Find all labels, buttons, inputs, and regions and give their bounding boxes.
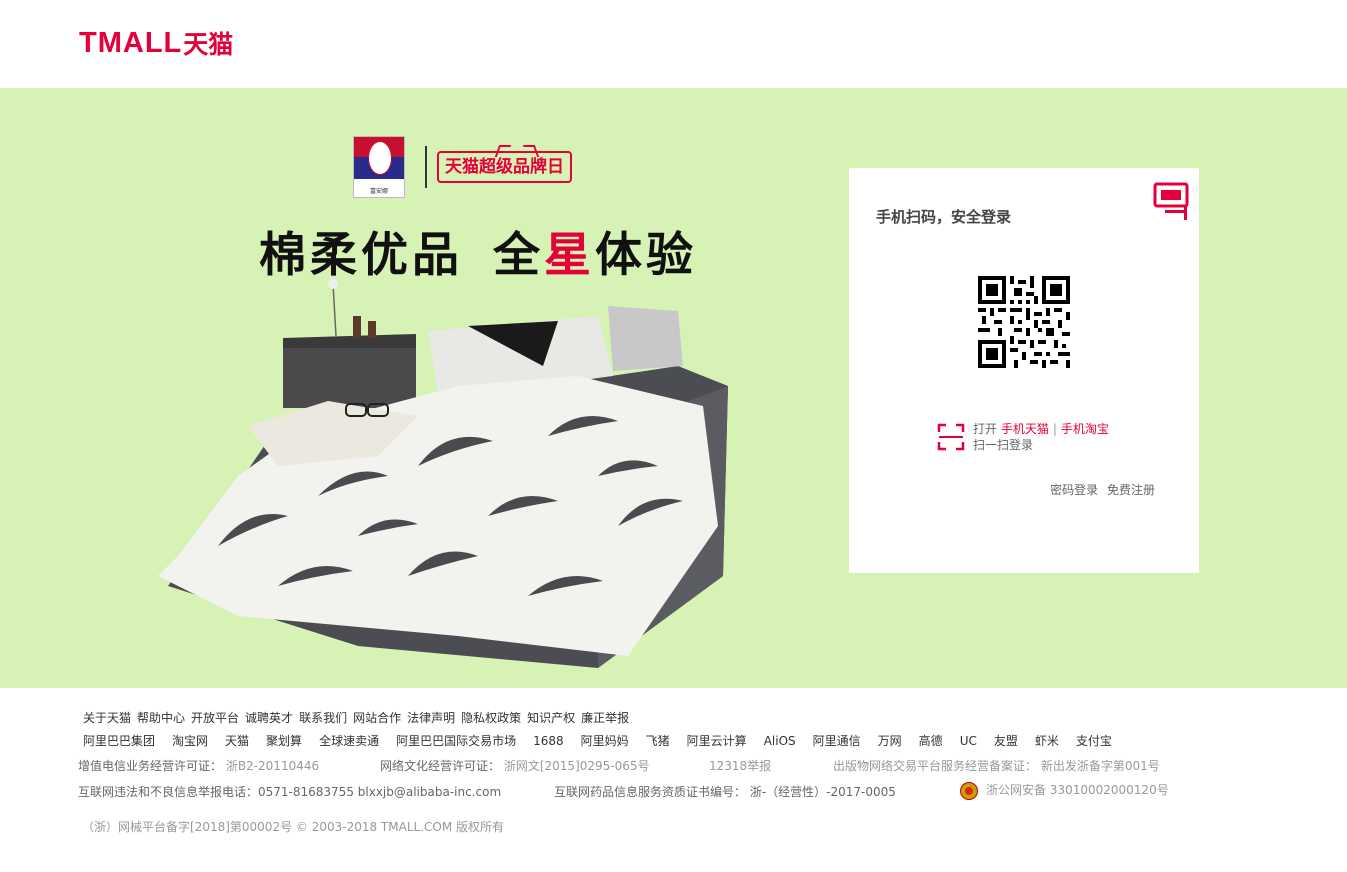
group-link[interactable]: 友盟 xyxy=(994,734,1018,748)
group-link[interactable]: 阿里云计算 xyxy=(687,734,747,748)
bedding-product-image xyxy=(158,279,728,668)
footer-link[interactable]: 关于天猫 xyxy=(83,711,131,725)
footer-group-links: 阿里巴巴集团 淘宝网 天猫 聚划算 全球速卖通 阿里巴巴国际交易市场 1688 阿里妈妈 飞猪 阿… xyxy=(83,732,1129,749)
police-badge-icon xyxy=(960,781,978,800)
group-link[interactable]: 万网 xyxy=(878,734,902,748)
password-login-link[interactable]: 密码登录 xyxy=(1050,483,1098,497)
group-link[interactable]: 聚划算 xyxy=(266,734,302,748)
footer-link[interactable]: 联系我们 xyxy=(299,711,347,725)
scan-icon xyxy=(937,423,965,451)
footer-link[interactable]: 隐私权政策 xyxy=(461,711,521,725)
police-record[interactable]: 浙公网安备 33010002000120号 xyxy=(960,781,1169,800)
banner-slogan: 棉柔优品 全星体验 xyxy=(259,228,697,283)
group-link[interactable]: 1688 xyxy=(533,734,564,748)
register-link[interactable]: 免费注册 xyxy=(1107,483,1155,497)
group-link[interactable]: 飞猪 xyxy=(646,734,670,748)
login-links: 密码登录 免费注册 xyxy=(1050,481,1155,498)
open-label: 打开 xyxy=(973,422,998,436)
footer-link[interactable]: 网站合作 xyxy=(353,711,401,725)
group-link[interactable]: 淘宝网 xyxy=(172,734,208,748)
group-link[interactable]: AliOS xyxy=(764,734,796,748)
header: TMALL 天猫 xyxy=(0,0,1347,88)
footer-link[interactable]: 开放平台 xyxy=(191,711,239,725)
login-title: 手机扫码，安全登录 xyxy=(876,208,1012,226)
app-separator: | xyxy=(1052,422,1057,436)
tmall-logo[interactable]: TMALL 天猫 xyxy=(79,26,234,60)
promo-banner[interactable]: 富安娜 天猫超级品牌日 棉柔优品 全星体验 手机扫码，安全登录 打开 手机天猫 … xyxy=(0,88,1347,688)
footer-about-links: 关于天猫 帮助中心 开放平台 诚聘英才 联系我们 网站合作 法律声明 隐私权政策 知识产权 廉正举… xyxy=(83,709,635,726)
group-link[interactable]: 高德 xyxy=(919,734,943,748)
group-link[interactable]: UC xyxy=(960,734,977,748)
group-link[interactable]: 全球速卖通 xyxy=(319,734,379,748)
group-link[interactable]: 阿里通信 xyxy=(813,734,861,748)
footer-link[interactable]: 诚聘英才 xyxy=(245,711,293,725)
logo-zh: 天猫 xyxy=(183,31,234,59)
report-12318-link[interactable]: 12318举报 xyxy=(709,757,771,774)
footer-link[interactable]: 廉正举报 xyxy=(581,711,629,725)
brand-divider xyxy=(425,146,427,188)
pc-login-switch-icon[interactable] xyxy=(1149,180,1193,222)
brand-logo: 富安娜 xyxy=(353,136,405,198)
scan-login-label: 扫一扫登录 xyxy=(973,438,1034,452)
group-link[interactable]: 阿里巴巴集团 xyxy=(83,734,155,748)
illegal-report-info: 互联网违法和不良信息举报电话：0571-81683755 blxxjb@alib… xyxy=(78,785,502,799)
taobao-app-link[interactable]: 手机淘宝 xyxy=(1061,422,1109,436)
group-link[interactable]: 阿里巴巴国际交易市场 xyxy=(396,734,516,748)
tmall-app-link[interactable]: 手机天猫 xyxy=(1001,422,1049,436)
publish-license: 出版物网络交易平台服务经营备案证： 新出发浙备字第001号 xyxy=(833,759,1160,773)
footer-link[interactable]: 帮助中心 xyxy=(137,711,185,725)
logo-en: TMALL xyxy=(79,26,183,59)
footer-link[interactable]: 知识产权 xyxy=(527,711,575,725)
culture-license: 网络文化经营许可证： 浙网文[2015]0295-065号 xyxy=(380,759,650,773)
qr-login-panel: 手机扫码，安全登录 打开 手机天猫 | 手机淘宝 扫一扫登录 密码登录 免费注册 xyxy=(849,168,1199,573)
group-link[interactable]: 阿里妈妈 xyxy=(581,734,629,748)
super-brand-day-badge: 天猫超级品牌日 xyxy=(437,145,572,183)
icp-license: 增值电信业务经营许可证： 浙B2-20110446 xyxy=(78,759,320,773)
group-link[interactable]: 天猫 xyxy=(225,734,249,748)
group-link[interactable]: 支付宝 xyxy=(1076,734,1112,748)
footer-link[interactable]: 法律声明 xyxy=(407,711,455,725)
copyright: （浙）网械平台备字[2018]第00002号 © 2003-2018 TMALL… xyxy=(82,820,504,834)
login-qr-code xyxy=(978,276,1070,368)
brand-row: 富安娜 天猫超级品牌日 xyxy=(353,136,572,198)
group-link[interactable]: 虾米 xyxy=(1035,734,1059,748)
scan-tip: 打开 手机天猫 | 手机淘宝 扫一扫登录 xyxy=(937,421,1109,453)
footer: 关于天猫 帮助中心 开放平台 诚聘英才 联系我们 网站合作 法律声明 隐私权政策 知识产权 廉正举… xyxy=(0,688,1347,872)
drug-license-info: 互联网药品信息服务资质证书编号： 浙-（经营性）-2017-0005 xyxy=(554,785,896,799)
